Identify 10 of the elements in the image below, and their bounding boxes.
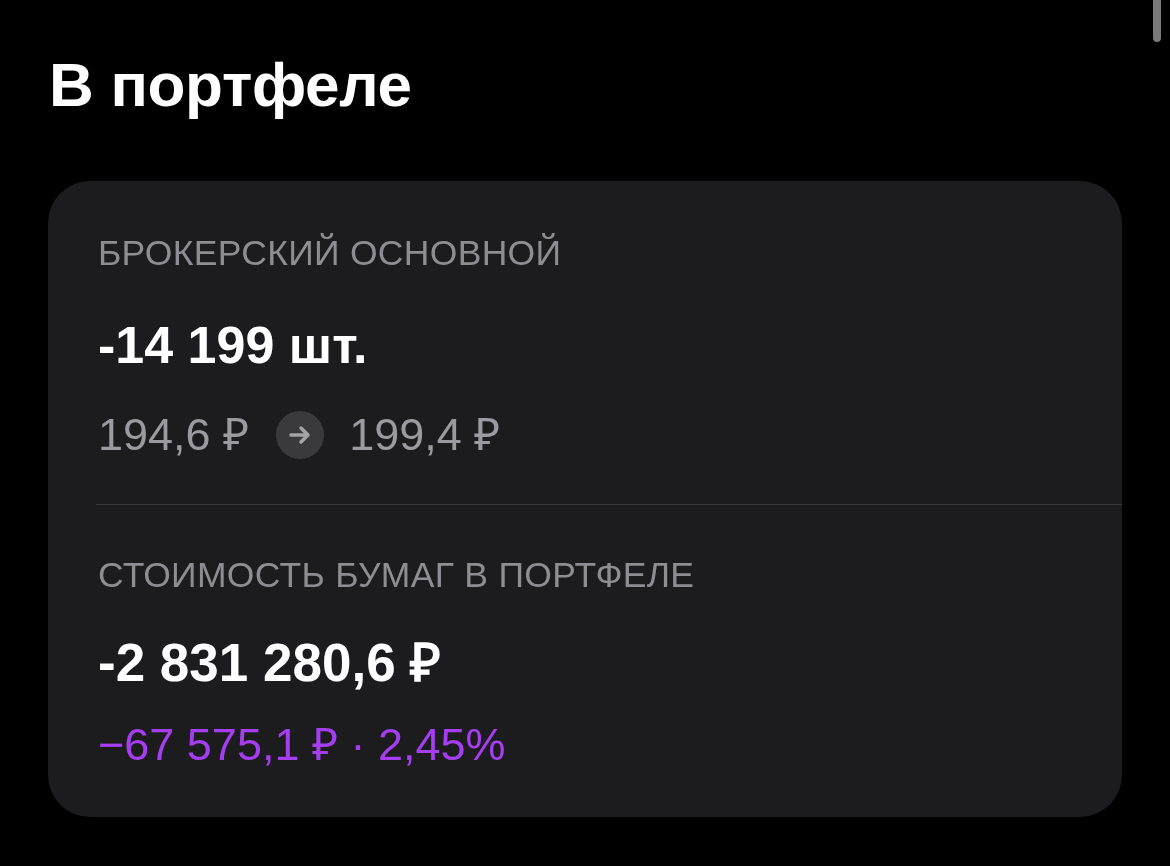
arrow-right-icon — [276, 411, 325, 459]
price-text: 199,4 ₽ — [349, 408, 501, 462]
section-label: БРОКЕРСКИЙ ОСНОВНОЙ — [98, 232, 562, 275]
price-text: 194,6 ₽ — [98, 408, 250, 462]
change-text: −67 575,1 ₽ · 2,45% — [98, 718, 506, 772]
quantity-value: -14 199 шт. — [98, 315, 368, 375]
section-label: СТОИМОСТЬ БУМАГ В ПОРТФЕЛЕ — [98, 554, 695, 597]
total-value: -2 831 280,6 ₽ — [98, 633, 442, 693]
scrollbar-thumb — [1153, 0, 1161, 42]
page-title: В портфеле — [49, 50, 412, 120]
